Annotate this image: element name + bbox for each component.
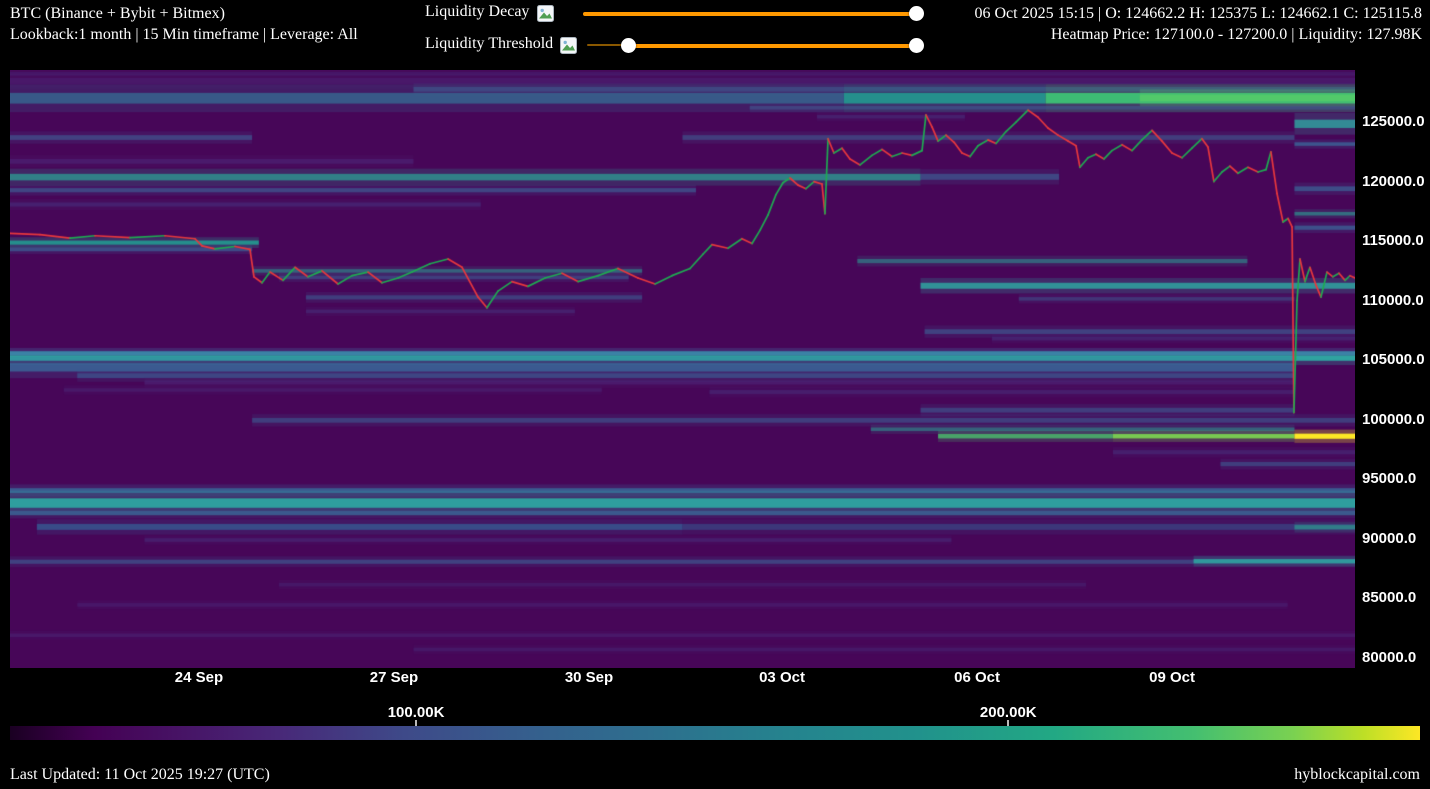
y-axis-label: 95000.0 <box>1362 470 1416 488</box>
liquidity-threshold-label: Liquidity Threshold <box>425 35 553 53</box>
liquidity-decay-label: Liquidity Decay <box>425 3 529 21</box>
y-axis-label: 110000.0 <box>1362 292 1424 310</box>
broken-image-icon <box>560 37 577 54</box>
lookback-settings: Lookback:1 month | 15 Min timeframe | Le… <box>10 24 358 45</box>
colorbar-tick-label: 100.00K <box>388 704 445 721</box>
y-axis-label: 125000.0 <box>1362 113 1425 131</box>
liquidity-decay-slider[interactable] <box>583 6 916 21</box>
y-axis-label: 115000.0 <box>1362 232 1424 250</box>
y-axis-label: 90000.0 <box>1362 530 1416 548</box>
liquidity-colorbar <box>10 726 1420 740</box>
y-axis-label: 85000.0 <box>1362 589 1416 607</box>
liquidation-heatmap-canvas[interactable] <box>10 70 1355 668</box>
slider-track-fill[interactable] <box>583 12 916 16</box>
y-axis-label: 80000.0 <box>1362 649 1416 667</box>
x-axis: 24 Sep 27 Sep 30 Sep 03 Oct 06 Oct 09 Oct <box>10 669 1355 689</box>
site-credit: hyblockcapital.com <box>1294 766 1420 784</box>
colorbar-tick-label: 200.00K <box>980 704 1037 721</box>
symbol-title: BTC (Binance + Bybit + Bitmex) <box>10 3 358 24</box>
liquidity-threshold-slider-handle[interactable] <box>621 38 636 53</box>
y-axis-label: 100000.0 <box>1362 411 1425 429</box>
chart-info-right: 06 Oct 2025 15:15 | O: 124662.2 H: 12537… <box>975 3 1423 45</box>
x-axis-label: 03 Oct <box>759 669 805 686</box>
y-axis-label: 105000.0 <box>1362 351 1425 369</box>
colorbar-labels: 100.00K 200.00K <box>10 704 1420 722</box>
slider-track-fill[interactable] <box>628 44 916 48</box>
x-axis-label: 06 Oct <box>954 669 1000 686</box>
broken-image-icon <box>537 5 554 22</box>
x-axis-label: 27 Sep <box>370 669 418 686</box>
y-axis-label: 120000.0 <box>1362 173 1425 191</box>
liquidity-threshold-slider-handle[interactable] <box>909 38 924 53</box>
y-axis: 125000.0 120000.0 115000.0 110000.0 105000.0… <box>1362 70 1430 668</box>
ohlc-readout: 06 Oct 2025 15:15 | O: 124662.2 H: 12537… <box>975 3 1423 24</box>
last-updated-text: Last Updated: 11 Oct 2025 19:27 (UTC) <box>10 766 270 784</box>
liquidity-decay-slider-handle[interactable] <box>909 6 924 21</box>
heatmap-hover-readout: Heatmap Price: 127100.0 - 127200.0 | Liq… <box>975 24 1423 45</box>
liquidity-threshold-slider[interactable] <box>587 38 916 53</box>
chart-info-left: BTC (Binance + Bybit + Bitmex) Lookback:… <box>10 3 358 45</box>
x-axis-label: 09 Oct <box>1149 669 1195 686</box>
x-axis-label: 24 Sep <box>175 669 223 686</box>
x-axis-label: 30 Sep <box>565 669 613 686</box>
